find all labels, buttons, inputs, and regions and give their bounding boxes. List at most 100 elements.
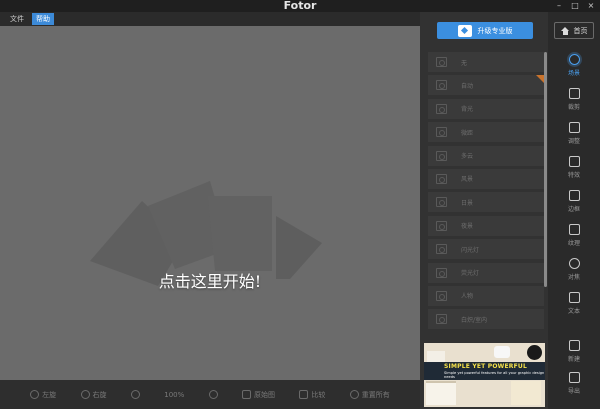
scene-item-label: 闪光灯 [461,246,480,254]
close-button[interactable]: × [586,1,596,11]
menu-file[interactable]: 文件 [6,13,28,25]
scene-item-label: 人物 [461,293,474,301]
tool-label: 新建 [567,356,580,363]
tool-label: 调整 [567,138,580,145]
scene-thumbnail-icon [436,127,447,138]
texture-icon [568,224,580,235]
scene-item-cloudy[interactable]: 多云 [428,145,544,166]
original-image-label: 原始图 [253,390,275,399]
banner-card-image [426,381,456,405]
promo-banner[interactable]: SIMPLE YET POWERFUL Simple yet powerful … [424,343,545,407]
new-file-icon [568,340,580,351]
menu-bar: 文件 帮助 [0,12,420,26]
zoom-level-label: 100% [164,390,185,399]
scene-thumbnail-icon [436,314,447,325]
compare-icon [299,390,309,399]
bottom-toolbar: 左旋 右旋 100% 原始图 比较 重置所有 [0,380,420,409]
zoom-out-button[interactable] [130,390,140,399]
rotate-right-label: 右旋 [92,390,107,399]
rotate-right-button[interactable]: 右旋 [80,390,107,400]
scene-item-incandescent[interactable]: 白炽/室内 [428,309,544,330]
rotate-left-label: 左旋 [42,390,57,399]
zoom-in-button[interactable] [208,390,218,399]
scene-list-scrollbar[interactable] [544,52,547,287]
tool-label: 场景 [567,70,580,77]
zoom-level: 100% [164,391,184,399]
tool-frame[interactable]: 边框 [554,190,594,220]
scene-item-label: 夜景 [461,223,474,231]
home-button[interactable]: 首页 [554,22,594,39]
rotate-right-icon [80,390,90,399]
tool-crop[interactable]: 裁剪 [554,88,594,118]
scene-item-label: 背光 [461,106,474,114]
tool-label: 边框 [567,206,580,213]
scene-item-auto[interactable]: 自动 [428,75,544,96]
frame-icon [568,190,580,201]
banner-subline: Simple yet powerful features for all you… [444,371,545,379]
original-image-button[interactable]: 原始图 [241,390,275,400]
app-title: Fotor [283,0,317,12]
text-icon [568,292,580,303]
tool-texture[interactable]: 纹理 [554,224,594,254]
click-to-start-prompt[interactable]: 点击这里开始! [0,268,420,292]
scene-item-label: 风景 [461,176,474,184]
scene-item-none[interactable]: 无 [428,52,544,72]
scene-item-landscape[interactable]: 风景 [428,168,544,189]
scene-item-night[interactable]: 夜景 [428,215,544,236]
magic-wand-icon [568,156,580,167]
scene-item-label: 日景 [461,199,474,207]
tool-focus[interactable]: 对焦 [554,258,594,288]
scene-thumbnail-icon [436,80,447,91]
pro-corner-badge [536,75,544,84]
zoom-out-icon [130,390,140,399]
scene-item-flash[interactable]: 闪光灯 [428,239,544,260]
crop-icon [568,88,580,99]
tool-adjust[interactable]: 调整 [554,122,594,152]
scene-thumbnail-icon [436,290,447,301]
export-icon [568,372,580,383]
menu-help[interactable]: 帮助 [32,13,54,25]
upgrade-pro-button[interactable]: 升级专业版 [437,22,533,39]
window-controls: – □ × [554,1,596,11]
rotate-left-button[interactable]: 左旋 [30,390,56,400]
editor-canvas[interactable]: 点击这里开始! [0,26,420,380]
scene-item-fluorescent[interactable]: 荧光灯 [428,262,544,283]
scene-item-backlight[interactable]: 背光 [428,98,544,119]
scene-thumbnail-icon [436,173,447,184]
reset-all-label: 重置所有 [361,390,390,399]
maximize-button[interactable]: □ [570,1,580,11]
scene-item-label: 多云 [461,153,474,161]
tool-label: 裁剪 [567,104,580,111]
tool-effects[interactable]: 特效 [554,156,594,186]
tool-scene[interactable]: 场景 [554,54,594,84]
scene-item-portrait[interactable]: 人物 [428,285,544,306]
photo-shape-3 [208,196,272,271]
scene-item-label: 微距 [461,129,474,137]
scene-thumbnail-icon [436,244,447,255]
scene-item-label: 荧光灯 [461,270,480,278]
scene-panel: 升级专业版 无 自动 背光 微距 多云 风景 日景 夜景 闪光灯 荧光灯 人物 … [420,12,548,409]
sun-icon [568,54,580,65]
tool-label: 特效 [567,172,580,179]
tool-new[interactable]: 新建 [554,340,594,370]
right-tool-sidebar: 首页 场景 裁剪 调整 特效 边框 纹理 对焦 文本 新建 导出 [548,12,600,409]
home-label: 首页 [573,26,588,35]
tool-export[interactable]: 导出 [554,372,594,402]
title-bar: Fotor – □ × [0,0,600,12]
scene-thumbnail-icon [436,150,447,161]
tool-label: 对焦 [567,274,580,281]
scene-thumbnail-icon [436,103,447,114]
banner-headline: SIMPLE YET POWERFUL [444,363,527,370]
scene-item-label: 自动 [461,82,474,90]
banner-card-image [511,381,541,405]
compare-button[interactable]: 比较 [299,390,325,400]
minimize-button[interactable]: – [554,1,564,11]
tool-text[interactable]: 文本 [554,292,594,322]
scene-item-macro[interactable]: 微距 [428,122,544,143]
reset-all-icon [349,390,359,399]
scene-item-label: 无 [461,59,468,67]
reset-all-button[interactable]: 重置所有 [349,390,390,400]
focus-icon [568,258,580,269]
scene-thumbnail-icon [436,197,447,208]
scene-item-daylight[interactable]: 日景 [428,192,544,213]
